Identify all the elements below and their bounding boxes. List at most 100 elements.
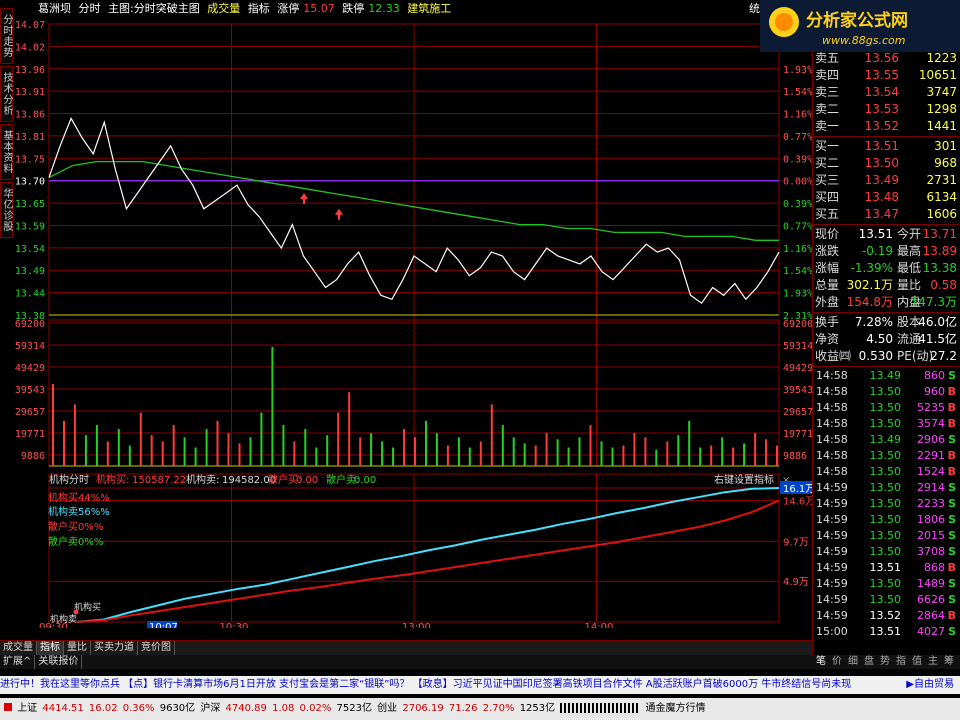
- hs-label[interactable]: 沪深: [200, 703, 220, 714]
- trade-row: 14:58 13.50 5235 B: [816, 401, 956, 414]
- price-tick-right: 0.00%: [783, 177, 813, 188]
- mode-label: 分时: [78, 2, 101, 15]
- tool-button[interactable]: 值: [912, 655, 922, 669]
- tool-button[interactable]: 主: [928, 655, 938, 669]
- news-ticker[interactable]: 进行中！我在这里等你点兵 【点】银行卡清算市场6月1日开放 支付宝会是第二家“银…: [0, 676, 960, 694]
- legend-inst-sell: 机构卖56%%: [48, 505, 110, 518]
- hs-val: 4740.89: [225, 703, 267, 714]
- volume-bar: [414, 437, 416, 466]
- stock-name[interactable]: 葛洲坝: [38, 2, 71, 15]
- price-tick-left: 13.70: [15, 177, 45, 188]
- volume-bar: [446, 445, 449, 466]
- time-tick: 14:00: [585, 622, 614, 628]
- bid-row[interactable]: 买三 13.49 2731: [813, 172, 959, 189]
- tool-button[interactable]: 指: [896, 655, 906, 669]
- tool-button[interactable]: 细: [848, 655, 858, 669]
- quote-panel: 卖五 13.56 1223 卖四 13.55 10651 卖三 13.54 3747 卖二 13.5…: [812, 0, 960, 655]
- ask-row[interactable]: 卖四 13.55 10651: [813, 67, 959, 84]
- price-tick-right: 0.77%: [783, 221, 813, 232]
- volume-bar: [73, 404, 76, 466]
- volume-label[interactable]: 成交量: [207, 2, 240, 15]
- tool-button[interactable]: 盘: [864, 655, 874, 669]
- tool-button[interactable]: 筹: [944, 655, 954, 669]
- bid-row[interactable]: 买五 13.47 1606: [813, 206, 959, 223]
- volume-bar: [238, 443, 241, 466]
- trade-row: 14:59 13.50 6626 S: [816, 593, 956, 606]
- price-tick-left: 13.96: [15, 65, 45, 76]
- ticker-text[interactable]: 进行中！我在这里等你点兵 【点】银行卡清算市场6月1日开放 支付宝会是第二家“银…: [0, 679, 851, 690]
- sector-label[interactable]: 建筑施工: [407, 2, 451, 15]
- tab-volume-ratio[interactable]: 量比: [64, 641, 91, 655]
- left-tab-strip: 分时走势 技术分析 基本资料 华亿诊股: [0, 8, 14, 648]
- volume-bar: [688, 420, 691, 466]
- volume-bar: [622, 445, 625, 466]
- price-tick-left: 13.54: [15, 244, 45, 255]
- trade-row: 14:58 13.50 3574 B: [816, 417, 956, 430]
- inst-buy-label: 机构买:: [96, 473, 129, 486]
- volume-bar: [106, 441, 109, 466]
- volume-bar: [765, 439, 767, 466]
- tool-button[interactable]: 价: [832, 655, 842, 669]
- stat-row: 涨幅 -1.39% 最低 13.38: [815, 261, 957, 275]
- volume-bar: [666, 441, 669, 466]
- divider: [813, 136, 959, 137]
- main-chart-label[interactable]: 主图:分时突破主图: [108, 2, 200, 15]
- up-limit-value: 15.07: [303, 2, 335, 15]
- trade-row: 14:59 13.50 3708 S: [816, 545, 956, 558]
- related-quote-button[interactable]: 关联报价: [35, 655, 83, 669]
- volume-bar: [534, 445, 537, 466]
- volume-bar: [315, 447, 318, 466]
- expand-button[interactable]: 扩展^: [0, 655, 36, 669]
- volume-bar: [293, 441, 296, 466]
- volume-bar: [172, 425, 175, 466]
- intraday-chart[interactable]: 14.07 14.02 13.96 13.91 13.86 13.81 13.75 13.70…: [14, 18, 814, 628]
- cy-label[interactable]: 创业: [377, 703, 397, 714]
- tool-button[interactable]: 笔: [816, 655, 826, 669]
- bid-row[interactable]: 买四 13.48 6134: [813, 189, 959, 206]
- bank-label[interactable]: 通金魔方行情: [646, 703, 706, 714]
- buy-arrow-icon: [335, 208, 343, 220]
- tab-auction[interactable]: 竞价图: [138, 641, 175, 655]
- logo-graphic: 分析家公式网 www.88gs.com: [760, 0, 960, 52]
- ask-row[interactable]: 卖二 13.53 1298: [813, 101, 959, 118]
- retail-buy-value: 0.00: [296, 475, 318, 486]
- volume-bar: [457, 437, 460, 466]
- buy-signal-markers: [300, 192, 343, 220]
- divider: [813, 366, 959, 367]
- settings-hint[interactable]: 右键设置指标: [714, 473, 774, 486]
- ask-row[interactable]: 卖一 13.52 1441: [813, 118, 959, 135]
- price-tick-left: 13.44: [15, 289, 45, 300]
- volume-bar: [359, 437, 362, 466]
- tab-diagnosis[interactable]: 华亿诊股: [0, 182, 13, 238]
- volume-bar: [699, 447, 702, 466]
- volume-tick-left: 19771: [15, 429, 45, 440]
- volume-bar: [589, 425, 592, 466]
- volume-bar: [392, 447, 395, 466]
- price-tick-right: 1.93%: [783, 65, 813, 76]
- volume-tick-right: 59314: [783, 341, 813, 352]
- tab-technical[interactable]: 技术分析: [0, 66, 13, 122]
- bid-row[interactable]: 买二 13.50 968: [813, 155, 959, 172]
- volume-bar: [545, 433, 548, 466]
- ask-row[interactable]: 卖五 13.56 1223: [813, 50, 959, 67]
- tool-button[interactable]: 势: [880, 655, 890, 669]
- bid-row[interactable]: 买一 13.51 301: [813, 138, 959, 155]
- volume-bar: [743, 443, 746, 466]
- price-tick-right: 0.39%: [783, 154, 813, 165]
- volume-bar: [337, 412, 340, 466]
- tab-intraday[interactable]: 分时走势: [0, 8, 13, 64]
- volume-tick-right: 49429: [783, 363, 813, 374]
- tab-buy-sell-force[interactable]: 买卖力道: [91, 641, 138, 655]
- tab-indicator[interactable]: 指标: [37, 641, 64, 655]
- sh-label[interactable]: 上证: [17, 703, 37, 714]
- volume-bar: [205, 429, 208, 466]
- tab-fundamentals[interactable]: 基本资料: [0, 124, 13, 180]
- sh-val: 4414.51: [42, 703, 84, 714]
- tab-volume[interactable]: 成交量: [0, 641, 37, 655]
- indicator-label[interactable]: 指标: [248, 2, 270, 15]
- volume-bar: [732, 447, 735, 466]
- ask-row[interactable]: 卖三 13.54 3747: [813, 84, 959, 101]
- ticker-right[interactable]: ▶自由贸易: [906, 676, 954, 694]
- volume-bar: [150, 435, 153, 466]
- hs-amt: 7523亿: [336, 703, 372, 714]
